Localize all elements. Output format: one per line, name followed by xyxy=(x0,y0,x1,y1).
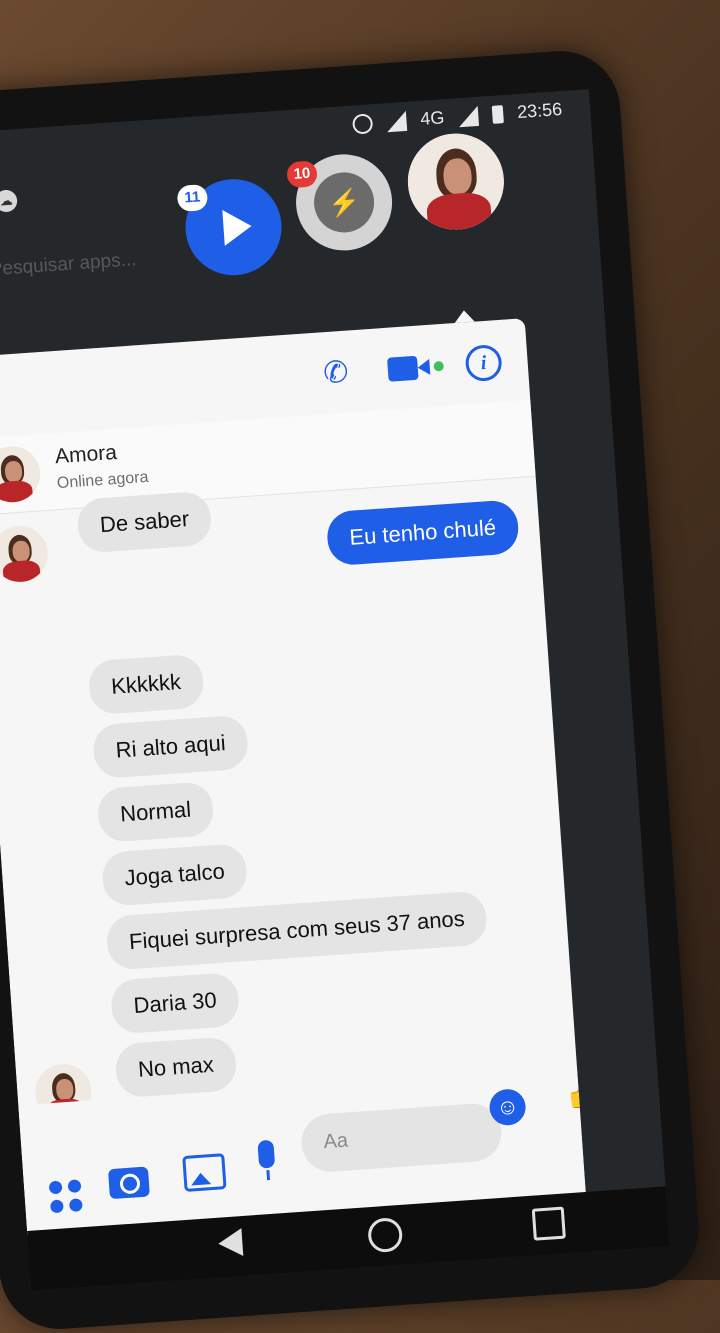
message-bubble: Joga talco xyxy=(100,842,249,907)
message-bubble: Ri alto aqui xyxy=(91,714,250,780)
recents-icon[interactable] xyxy=(531,1206,566,1241)
contact-status: Online agora xyxy=(56,468,149,493)
play-icon xyxy=(222,207,253,246)
avatar xyxy=(0,444,43,505)
message-bubble: Daria 30 xyxy=(109,971,241,1035)
signal-icon xyxy=(385,110,408,132)
phone-frame: 4G 23:56 ⚡ ☁ Pesquisar apps... 11 ⚡ 10 xyxy=(0,47,703,1333)
contact-photo xyxy=(404,130,508,233)
message-bubble: Eu tenho chulé xyxy=(325,499,520,567)
back-icon[interactable] xyxy=(217,1228,244,1258)
contact-name: Amora xyxy=(54,440,118,469)
apps-icon[interactable] xyxy=(48,1179,85,1215)
like-icon[interactable]: 👍 xyxy=(562,1064,586,1114)
message-input[interactable]: Aa xyxy=(299,1101,504,1174)
home-icon[interactable] xyxy=(367,1216,404,1254)
search-apps-field[interactable]: Pesquisar apps... xyxy=(0,249,137,281)
phone-call-icon[interactable]: ✆ xyxy=(317,354,355,392)
message-bubble: No max xyxy=(114,1036,238,1099)
microphone-icon[interactable] xyxy=(257,1139,276,1169)
camera-icon[interactable] xyxy=(107,1166,150,1200)
clock: 23:56 xyxy=(516,99,563,123)
chat-head-contact[interactable] xyxy=(404,130,508,233)
info-icon[interactable]: i xyxy=(464,343,503,383)
message-bubble: De saber xyxy=(76,490,213,554)
avatar xyxy=(0,524,50,584)
message-bubble: Normal xyxy=(96,781,215,844)
wifi-signal-icon xyxy=(457,105,479,127)
message-input-placeholder: Aa xyxy=(322,1129,349,1154)
weather-icon: ☁ xyxy=(0,189,18,213)
message-bubble: Kkkkkk xyxy=(87,653,205,716)
messenger-icon: ⚡ xyxy=(312,170,377,235)
online-dot xyxy=(433,360,445,372)
image-icon[interactable] xyxy=(182,1153,227,1192)
phone-screen: 4G 23:56 ⚡ ☁ Pesquisar apps... 11 ⚡ 10 xyxy=(0,89,670,1291)
alarm-icon xyxy=(351,112,374,135)
network-type: 4G xyxy=(419,107,446,129)
battery-icon xyxy=(491,104,504,124)
video-call-icon[interactable] xyxy=(387,348,445,388)
messenger-panel: ✆ i Amora Online agora De saber Eu tenho… xyxy=(0,318,586,1236)
